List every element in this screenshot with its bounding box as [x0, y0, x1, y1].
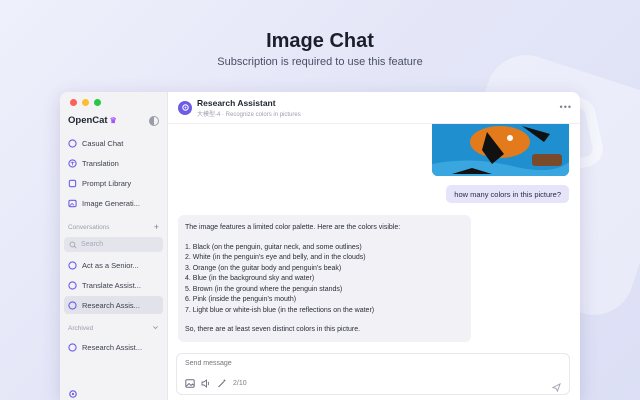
assistant-message-line: 1. Black (on the penguin, guitar neck, a…	[185, 243, 362, 251]
hero-title: Image Chat	[266, 30, 374, 52]
send-icon[interactable]	[551, 379, 561, 393]
archived-conversation-item[interactable]: Research Assist...	[64, 338, 163, 356]
attach-image-icon[interactable]	[185, 379, 195, 388]
conversations-label: Conversations	[68, 223, 110, 231]
assistant-message-line: 7. Light blue or white-ish blue (in the …	[185, 306, 375, 314]
translate-icon	[68, 158, 77, 168]
crown-icon: ♛	[109, 116, 117, 125]
chat-panel: Research Assistant 大模型-4 · Recognize col…	[168, 92, 580, 400]
chat-bubble-icon	[68, 280, 77, 290]
conversation-label: Research Assis...	[82, 300, 140, 310]
archived-label: Archived	[68, 325, 94, 332]
library-icon	[68, 179, 77, 188]
add-conversation-icon[interactable]: +	[154, 222, 159, 232]
speaker-icon[interactable]	[201, 379, 211, 388]
conversation-label: Act as a Senior...	[82, 260, 139, 270]
more-options-icon[interactable]: •••	[560, 102, 572, 112]
chat-bubble-icon	[68, 260, 77, 270]
context-counter: 2/10	[233, 380, 247, 387]
message-composer: 2/10	[176, 353, 570, 395]
chat-subtitle: 大模型-4 · Recognize colors in pictures	[197, 111, 301, 118]
search-placeholder: Search	[81, 241, 104, 248]
chat-title: Research Assistant	[197, 97, 276, 108]
sidebar-item-label: Translation	[82, 158, 119, 168]
app-name: OpenCat ♛	[68, 115, 117, 126]
conversation-item[interactable]: Act as a Senior...	[64, 256, 163, 274]
assistant-message-line: 5. Brown (in the ground where the pengui…	[185, 285, 343, 293]
brand-row: OpenCat ♛	[64, 106, 163, 132]
minimize-window-button[interactable]	[82, 99, 89, 106]
assistant-message-line: The image features a limited color palet…	[185, 224, 401, 231]
assistant-message-bubble: The image features a limited color palet…	[178, 215, 471, 342]
archived-header[interactable]: Archived	[64, 316, 163, 336]
user-message-text: how many colors in this picture?	[454, 189, 561, 199]
sidebar-item-translation[interactable]: Translation	[64, 154, 163, 172]
user-message-bubble: how many colors in this picture?	[446, 185, 569, 203]
sidebar: OpenCat ♛ Casual Chat Translation Prompt …	[60, 92, 168, 400]
wand-icon[interactable]	[217, 379, 227, 388]
conversation-label: Translate Assist...	[82, 280, 141, 290]
conversations-header: Conversations +	[64, 214, 163, 235]
close-window-button[interactable]	[70, 99, 77, 106]
zoom-window-button[interactable]	[94, 99, 101, 106]
sidebar-item-prompt-library[interactable]: Prompt Library	[64, 174, 163, 192]
search-icon	[69, 241, 77, 249]
assistant-message-line: 2. White (in the penguin's eye and belly…	[185, 254, 366, 261]
appearance-toggle-icon[interactable]	[149, 115, 159, 126]
image-icon	[68, 199, 77, 208]
conversation-item[interactable]: Translate Assist...	[64, 276, 163, 294]
sidebar-search[interactable]: Search	[64, 237, 163, 252]
conversation-label: Research Assist...	[82, 342, 143, 352]
settings-gear-icon[interactable]	[68, 386, 78, 398]
sidebar-item-label: Casual Chat	[82, 138, 124, 148]
message-input[interactable]	[185, 360, 485, 367]
chat-bubble-icon	[68, 342, 77, 352]
sidebar-item-casual-chat[interactable]: Casual Chat	[64, 134, 163, 152]
chat-bubble-icon	[68, 138, 77, 148]
assistant-message-line: So, there are at least seven distinct co…	[185, 326, 361, 333]
app-window: OpenCat ♛ Casual Chat Translation Prompt …	[60, 92, 580, 400]
conversation-item-active[interactable]: Research Assis...	[64, 296, 163, 314]
hero-subtitle: Subscription is required to use this fea…	[217, 56, 423, 68]
chat-bubble-icon	[68, 300, 77, 310]
assistant-message-line: 4. Blue (in the background sky and water…	[185, 275, 315, 282]
window-controls	[64, 92, 163, 106]
sidebar-item-label: Prompt Library	[82, 178, 132, 188]
assistant-avatar-icon	[178, 100, 192, 115]
sidebar-item-image-generation[interactable]: Image Generati...	[64, 194, 163, 212]
chevron-down-icon	[152, 324, 159, 333]
assistant-message-line: 6. Pink (inside the penguin's mouth)	[185, 296, 297, 303]
assistant-message-line: 3. Orange (on the guitar body and pengui…	[185, 264, 342, 272]
chat-header: Research Assistant 大模型-4 · Recognize col…	[168, 92, 580, 124]
uploaded-image[interactable]	[432, 124, 569, 176]
sidebar-item-label: Image Generati...	[82, 198, 140, 208]
